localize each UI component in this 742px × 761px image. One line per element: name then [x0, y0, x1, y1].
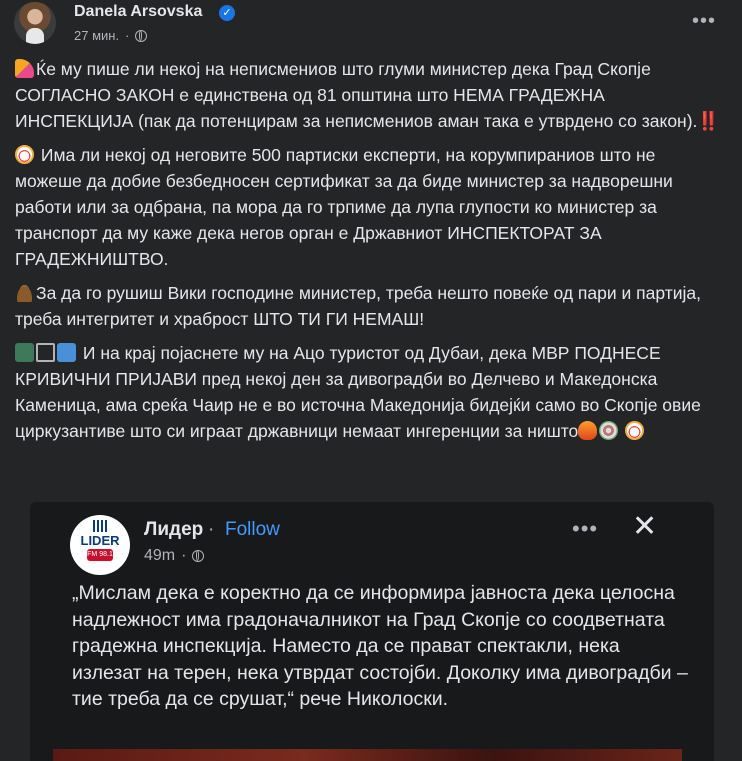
- shared-quote: „Мислам дека е коректно да се информира …: [72, 582, 688, 710]
- fire-icon: [578, 421, 598, 440]
- money-icon: [15, 343, 34, 362]
- shared-separator: ·: [181, 547, 187, 564]
- post-text: Ќе му пише ли некој на неписмениов што г…: [15, 56, 727, 452]
- shared-photo[interactable]: [53, 749, 682, 761]
- globe-icon: [192, 550, 205, 562]
- paragraph-1-text: Ќе му пише ли некој на неписмениов што г…: [15, 59, 698, 131]
- post-more-button[interactable]: •••: [692, 10, 716, 33]
- author-name[interactable]: Danela Arsovska: [74, 3, 202, 21]
- lider-logo[interactable]: LIDER FM 98.1: [70, 515, 130, 575]
- scales-icon: [36, 343, 55, 362]
- clown-icon-end: [625, 421, 645, 440]
- shared-post-card[interactable]: LIDER FM 98.1 Лидер · Follow 49m · ••• ✕…: [30, 502, 714, 761]
- paragraph-2-text: Има ли некој од неговите 500 партиски ек…: [15, 145, 673, 269]
- paragraph-2: Има ли некој од неговите 500 партиски ек…: [15, 142, 727, 272]
- ferris-wheel-icon: [599, 421, 619, 440]
- meta-separator: ·: [125, 28, 130, 43]
- paragraph-4: И на крај појаснете му на Ацо туристот о…: [15, 340, 727, 444]
- double-exclamation-icon: ‼️: [697, 111, 720, 131]
- logo-bars: [93, 520, 107, 532]
- paragraph-3-text: За да го рушиш Вики господине министер, …: [15, 283, 701, 329]
- logo-word: LIDER: [80, 533, 120, 548]
- party-popper-icon: [15, 59, 34, 78]
- post-header: Danela Arsovska ✓ 27 мин. · •••: [14, 2, 742, 48]
- author-avatar[interactable]: [14, 2, 56, 44]
- post-meta: 27 мин. ·: [74, 28, 148, 43]
- shared-page-name[interactable]: Лидер: [144, 519, 203, 541]
- shared-time[interactable]: 49m: [144, 547, 175, 565]
- paragraph-4-text: И на крај појаснете му на Ацо туристот о…: [15, 343, 701, 441]
- follow-button[interactable]: Follow: [225, 519, 280, 541]
- shared-more-button[interactable]: •••: [572, 516, 598, 542]
- post-time[interactable]: 27 мин.: [74, 28, 119, 43]
- name-dot: ·: [208, 519, 215, 540]
- close-icon[interactable]: ✕: [632, 512, 657, 542]
- clown-icon: [15, 145, 34, 164]
- pile-of-poo-icon: [15, 283, 34, 302]
- shared-meta: 49m ·: [144, 547, 205, 565]
- paragraph-1: Ќе му пише ли некој на неписмениов што г…: [15, 56, 727, 134]
- paragraph-3: За да го рушиш Вики господине министер, …: [15, 280, 727, 332]
- id-card-icon: [57, 343, 76, 362]
- logo-fm-text: FM 98.1: [87, 551, 113, 558]
- verified-badge-icon: ✓: [219, 5, 235, 21]
- globe-icon: [135, 29, 148, 42]
